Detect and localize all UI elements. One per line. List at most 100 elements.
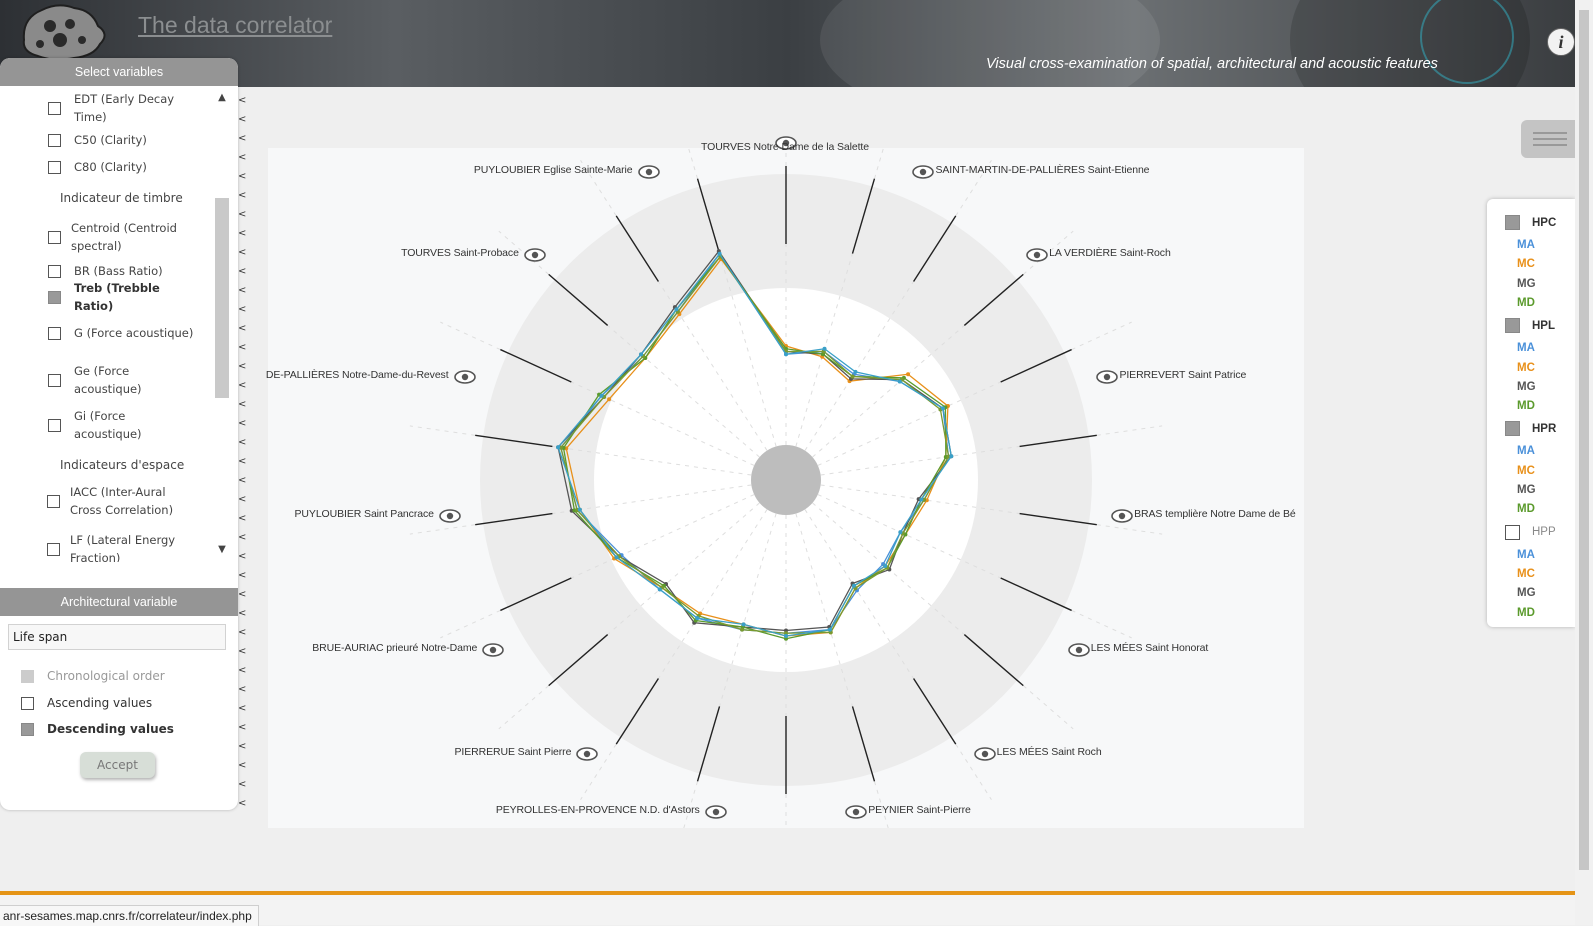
collapse-arrow-icon[interactable]: < [238, 419, 246, 429]
variable-item[interactable]: EDT (Early Decay Time) [0, 88, 214, 128]
legend-group[interactable]: HPC [1505, 215, 1556, 230]
collapse-arrow-icon[interactable]: < [238, 400, 246, 410]
collapse-arrow-icon[interactable]: < [238, 381, 246, 391]
scroll-down-icon[interactable]: ▼ [214, 544, 230, 555]
variable-item[interactable]: Ge (Force acoustique) [0, 361, 214, 399]
collapse-arrow-icon[interactable]: < [238, 514, 246, 524]
eye-icon[interactable] [912, 164, 935, 180]
legend-series-item[interactable]: MD [1517, 503, 1535, 515]
collapse-arrow-icon[interactable]: < [238, 96, 246, 106]
variable-checkbox[interactable] [48, 326, 61, 340]
collapse-arrow-icon[interactable]: < [238, 761, 246, 771]
eye-icon[interactable] [845, 804, 868, 819]
collapse-arrow-icon[interactable]: < [238, 362, 246, 372]
variable-item[interactable]: IACC (Inter-Aural Cross Correlation) [0, 482, 214, 520]
variable-item[interactable]: Gi (Force acoustique) [0, 406, 214, 444]
collapse-arrow-icon[interactable]: < [238, 742, 246, 752]
sort-option-checkbox[interactable] [21, 696, 34, 710]
collapse-arrow-icon[interactable]: < [238, 134, 246, 144]
variable-checkbox[interactable] [48, 373, 61, 387]
collapse-arrow-icon[interactable]: < [238, 533, 246, 543]
eye-icon[interactable] [576, 746, 599, 762]
collapse-arrow-icon[interactable]: < [238, 267, 246, 277]
variable-checkbox[interactable] [47, 542, 60, 556]
collapse-arrow-icon[interactable]: < [238, 685, 246, 695]
legend-group[interactable]: HPL [1505, 318, 1555, 334]
legend-series-item[interactable]: MD [1517, 607, 1535, 619]
variable-checkbox[interactable] [48, 290, 61, 304]
variables-list[interactable]: EDT (Early Decay Time) C50 (Clarity) C80 (… [0, 86, 214, 562]
legend-group-checkbox[interactable] [1505, 318, 1520, 334]
collapse-arrow-icon[interactable]: < [238, 286, 246, 296]
variable-checkbox[interactable] [48, 264, 61, 278]
eye-icon[interactable] [637, 164, 660, 180]
variable-checkbox[interactable] [48, 230, 61, 244]
eye-icon[interactable] [1026, 247, 1048, 262]
variable-item[interactable]: C80 (Clarity) [0, 157, 214, 177]
legend-series-item[interactable]: MG [1517, 587, 1536, 599]
legend-series-item[interactable]: MG [1517, 381, 1536, 393]
variable-item[interactable]: LF (Lateral Energy Fraction) [0, 530, 214, 562]
collapse-arrow-icon[interactable]: < [238, 799, 246, 809]
collapse-arrow-icon[interactable]: < [238, 248, 246, 258]
variable-checkbox[interactable] [47, 494, 60, 508]
sort-option[interactable]: Ascending values [8, 696, 152, 710]
legend-series-item[interactable]: MC [1517, 465, 1535, 477]
variable-checkbox[interactable] [48, 160, 61, 174]
collapse-arrow-icon[interactable]: < [238, 229, 246, 239]
collapse-arrow-icon[interactable]: < [238, 324, 246, 334]
collapse-arrow-icon[interactable]: < [238, 153, 246, 163]
eye-icon[interactable] [973, 746, 996, 762]
legend-series-item[interactable]: MA [1517, 549, 1535, 561]
legend-group-checkbox[interactable] [1505, 215, 1520, 230]
collapse-arrow-icon[interactable]: < [238, 647, 246, 657]
variable-item[interactable]: Centroid (Centroid spectral) [0, 218, 214, 256]
collapse-arrow-icon[interactable]: < [238, 628, 246, 638]
info-button[interactable]: i [1547, 28, 1575, 56]
page-scroll-thumb[interactable] [1579, 10, 1589, 870]
collapse-arrow-icon[interactable]: < [238, 704, 246, 714]
legend-group[interactable]: HPP [1505, 524, 1556, 540]
legend-series-item[interactable]: MG [1517, 484, 1536, 496]
collapse-arrow-icon[interactable]: < [238, 305, 246, 315]
variable-checkbox[interactable] [48, 133, 61, 147]
collapse-arrow-icon[interactable]: < [238, 210, 246, 220]
legend-series-item[interactable]: MC [1517, 258, 1535, 270]
sort-option[interactable]: Descending values [8, 722, 174, 736]
sort-option-checkbox[interactable] [21, 669, 34, 683]
legend-series-item[interactable]: MD [1517, 297, 1535, 309]
app-title[interactable]: The data correlator [138, 12, 332, 39]
variable-item[interactable]: Treb (Trebble Ratio) [0, 281, 214, 313]
collapse-arrow-icon[interactable]: < [238, 571, 246, 581]
eye-icon[interactable] [1067, 642, 1090, 657]
legend-group[interactable]: HPR [1505, 421, 1556, 437]
scroll-thumb[interactable] [215, 198, 229, 398]
collapse-arrow-icon[interactable]: < [238, 438, 246, 448]
collapse-arrow-icon[interactable]: < [238, 191, 246, 201]
legend-series-item[interactable]: MC [1517, 568, 1535, 580]
eye-icon[interactable] [482, 642, 505, 657]
collapse-arrow-icon[interactable]: < [238, 115, 246, 125]
legend-series-item[interactable]: MC [1517, 362, 1535, 374]
variable-checkbox[interactable] [48, 101, 61, 115]
architectural-variable-select[interactable]: Life span [8, 624, 226, 650]
collapse-arrow-icon[interactable]: < [238, 476, 246, 486]
sort-option-checkbox[interactable] [21, 722, 34, 736]
panel-collapse-strip[interactable]: < < < < < < < < < < < < < < < < < < < < < < < < < < < < < < < < < < < < < < [238, 96, 246, 814]
collapse-arrow-icon[interactable]: < [238, 552, 246, 562]
legend-series-item[interactable]: MD [1517, 400, 1535, 412]
collapse-arrow-icon[interactable]: < [238, 780, 246, 790]
sort-option[interactable]: Chronological order [8, 669, 165, 683]
legend-series-item[interactable]: MA [1517, 342, 1535, 354]
collapse-arrow-icon[interactable]: < [238, 457, 246, 467]
eye-icon[interactable] [1111, 508, 1133, 524]
accept-button[interactable]: Accept [80, 752, 155, 778]
collapse-arrow-icon[interactable]: < [238, 590, 246, 600]
eye-icon[interactable] [704, 804, 727, 819]
legend-group-checkbox[interactable] [1505, 421, 1520, 437]
eye-icon[interactable] [453, 369, 476, 384]
eye-icon[interactable] [439, 508, 461, 524]
variables-scrollbar[interactable]: ▲ ▼ [214, 92, 230, 562]
eye-icon[interactable] [524, 247, 546, 262]
legend-series-item[interactable]: MG [1517, 278, 1536, 290]
